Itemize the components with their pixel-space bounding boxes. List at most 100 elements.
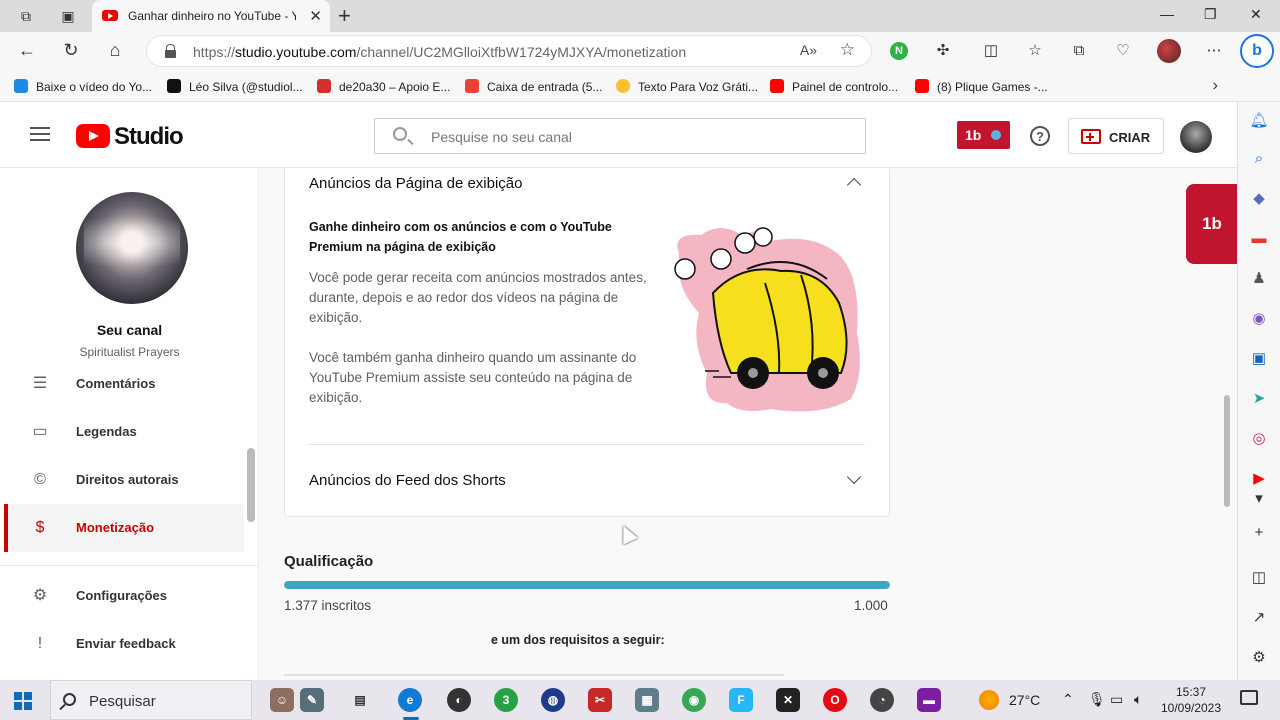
whatsapp-app-icon[interactable]: 3	[494, 688, 518, 712]
weather-sun-icon[interactable]	[979, 690, 999, 710]
channel-search-input[interactable]: Pesquise no seu canal	[374, 118, 866, 154]
back-button[interactable]: ←	[16, 40, 38, 61]
edge-app-icon[interactable]: e	[398, 688, 422, 712]
search-icon[interactable]: ⌕	[1248, 148, 1270, 170]
gear-icon[interactable]: ⚙	[1248, 647, 1270, 669]
page-scrollbar[interactable]	[1224, 395, 1230, 507]
bookmark-item[interactable]: (8) Plique Games -...	[915, 79, 1048, 94]
minimize-button[interactable]: —	[1160, 6, 1174, 22]
studio-sidebar: Seu canal Spiritualist Prayers ☰ Comentá…	[0, 168, 259, 680]
url-bar[interactable]: https://studio.youtube.com/channel/UC2MG…	[146, 35, 872, 67]
browser-essentials-icon[interactable]: ♡	[1113, 41, 1133, 61]
sidebar-layout-icon[interactable]: ◫	[1248, 567, 1270, 589]
new-tab-button[interactable]: +	[338, 3, 351, 29]
chevron-up-icon[interactable]	[846, 177, 862, 193]
network-icon[interactable]: ▭	[1110, 691, 1123, 708]
chess-icon[interactable]: ♟	[1248, 268, 1270, 290]
external-link-icon[interactable]: ↗	[1248, 607, 1270, 629]
read-aloud-icon[interactable]: A»	[800, 42, 817, 58]
add-icon[interactable]: +	[1248, 522, 1270, 544]
office-icon[interactable]: ◉	[1248, 308, 1270, 330]
scissors-app-icon[interactable]: ✂	[588, 688, 612, 712]
home-button[interactable]: ⌂	[104, 40, 126, 61]
close-tab-icon[interactable]: ✕	[309, 7, 322, 25]
calculator-app-icon[interactable]: ▦	[635, 688, 659, 712]
bookmark-item[interactable]: Baixe o vídeo do Yo...	[14, 79, 152, 94]
file-app-icon[interactable]: F	[729, 688, 753, 712]
bookmark-item[interactable]: Caixa de entrada (5...	[465, 79, 602, 94]
tubebuddy-side-panel[interactable]: 1b	[1186, 184, 1237, 264]
close-window-button[interactable]: ✕	[1250, 6, 1262, 23]
windows-start-icon[interactable]	[14, 692, 32, 710]
channel-avatar[interactable]	[76, 192, 188, 304]
extensions-puzzle-icon[interactable]: ✣	[933, 41, 953, 61]
collections-icon[interactable]: ⧉	[1069, 41, 1089, 61]
reload-button[interactable]: ↻	[60, 40, 82, 61]
speedometer-app-icon[interactable]: ◔	[870, 688, 894, 712]
outlook-icon[interactable]: ▣	[1248, 348, 1270, 370]
sidebar-item-comments[interactable]: ☰ Comentários	[4, 360, 244, 408]
tubebuddy-button[interactable]: 1b	[957, 121, 1010, 149]
create-video-icon	[1081, 129, 1101, 144]
chevron-up-icon[interactable]: ⌃	[1062, 691, 1074, 708]
notification-icon[interactable]	[1240, 690, 1258, 705]
bookmark-item[interactable]: Texto Para Voz Gráti...	[616, 79, 758, 94]
tab-actions-icon[interactable]: ▣	[58, 6, 78, 26]
opera-app-icon[interactable]: O	[823, 688, 847, 712]
favorites-icon[interactable]: ☆	[1025, 41, 1045, 61]
clapper-app-icon[interactable]: ▬	[917, 688, 941, 712]
workspaces-icon[interactable]: ⧉	[16, 6, 36, 26]
send-icon[interactable]: ➤	[1248, 388, 1270, 410]
chevron-right-icon[interactable]: ›	[1213, 77, 1218, 95]
taskbar-search[interactable]: Pesquisar	[50, 680, 252, 720]
recording-app-icon[interactable]: ◐	[447, 688, 471, 712]
qualification-title: Qualificação	[284, 553, 374, 570]
volume-icon[interactable]: 🔈︎	[1134, 691, 1142, 708]
youtube-icon[interactable]: ▶	[1248, 468, 1270, 490]
sidebar-item-label: Direitos autorais	[76, 472, 179, 487]
chevron-down-icon[interactable]	[846, 469, 862, 485]
bookmark-item[interactable]: de20a30 – Apoio E...	[317, 79, 450, 94]
restore-button[interactable]: ❐	[1204, 6, 1217, 23]
tag-icon[interactable]: ◆	[1248, 188, 1270, 210]
sidebar-item-subtitles[interactable]: ▭ Legendas	[4, 408, 244, 456]
more-menu-icon[interactable]: ⋯	[1204, 41, 1224, 61]
sidebar-item-monetization[interactable]: $ Monetização	[4, 504, 244, 552]
capcut-app-icon[interactable]: ✕	[776, 688, 800, 712]
sidebar-item-copyright[interactable]: © Direitos autorais	[4, 456, 244, 504]
sidebar-scrollbar[interactable]	[247, 448, 255, 522]
sidebar-item-settings[interactable]: ⚙ Configurações	[4, 572, 244, 620]
chevron-down-icon[interactable]: ▾	[1248, 488, 1270, 510]
favorite-star-icon[interactable]: ☆	[840, 40, 855, 60]
shorts-ads-title[interactable]: Anúncios do Feed dos Shorts	[309, 472, 506, 489]
menu-hamburger-icon[interactable]	[30, 127, 50, 141]
copilot-icon[interactable]: b	[1240, 34, 1274, 68]
toolbox-icon[interactable]: ▬	[1248, 228, 1270, 250]
task-view-icon[interactable]: ▤	[348, 688, 372, 712]
help-icon[interactable]: ?	[1030, 126, 1050, 146]
account-avatar[interactable]	[1180, 121, 1212, 153]
vpn-app-icon[interactable]: ◍	[541, 688, 565, 712]
edge-sidebar: 🔔︎ ⌕ ◆ ▬ ♟ ◉ ▣ ➤ ◎ ▶ ▾ + ◫ ↗ ⚙	[1237, 102, 1280, 680]
bookmark-item[interactable]: Léo Silva (@studiol...	[167, 79, 303, 94]
chrome-app-icon[interactable]: ◉	[682, 688, 706, 712]
instagram-icon[interactable]: ◎	[1248, 428, 1270, 450]
lock-icon[interactable]	[165, 44, 176, 58]
create-button[interactable]: CRIAR	[1068, 118, 1164, 154]
temperature[interactable]: 27°C	[1009, 692, 1040, 708]
pen-app-icon[interactable]: ✎	[300, 688, 324, 712]
mouse-cursor-icon	[616, 522, 638, 545]
bell-icon[interactable]: 🔔︎	[1248, 110, 1270, 132]
split-screen-icon[interactable]: ◫	[981, 41, 1001, 61]
extension-green-icon[interactable]: N	[890, 42, 908, 60]
microphone-icon[interactable]: 🎙︎	[1088, 691, 1106, 708]
sidebar-item-feedback[interactable]: ! Enviar feedback	[4, 620, 244, 668]
profile-avatar-icon[interactable]	[1157, 39, 1181, 63]
bookmark-item[interactable]: Painel de controlo...	[770, 79, 898, 94]
browser-tab-active[interactable]: Ganhar dinheiro no YouTube - Yo ✕	[92, 0, 330, 32]
subscriber-progress-bar	[284, 581, 890, 589]
taskbar-clock[interactable]: 15:37 10/09/2023	[1155, 684, 1227, 716]
id-card-app-icon[interactable]: ☺	[270, 688, 294, 712]
clock-time: 15:37	[1175, 685, 1207, 699]
watch-page-ads-title[interactable]: Anúncios da Página de exibição	[309, 175, 523, 192]
